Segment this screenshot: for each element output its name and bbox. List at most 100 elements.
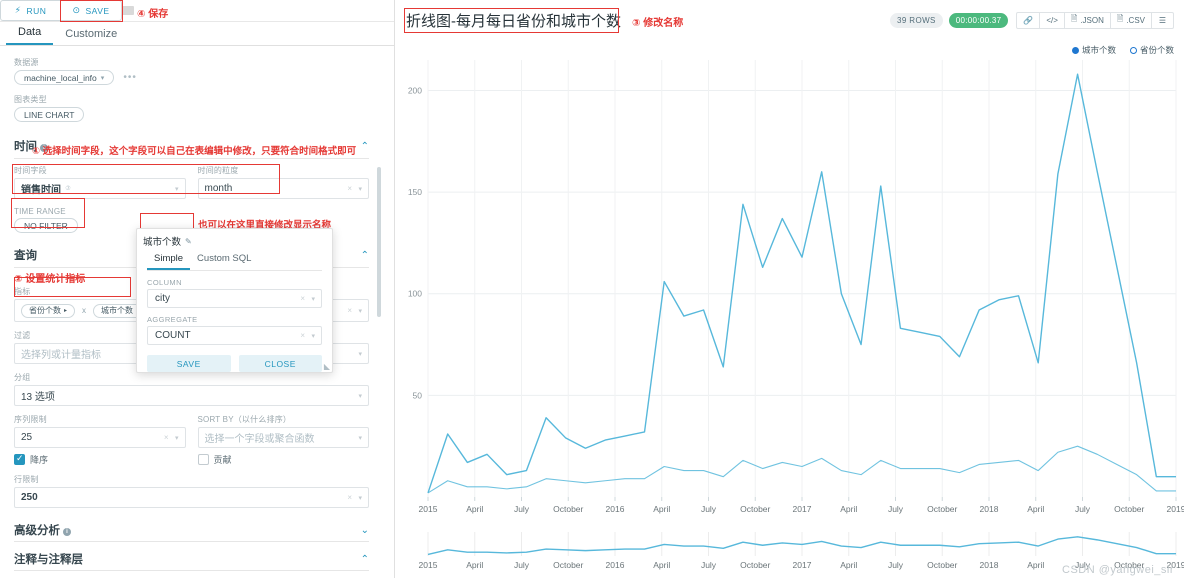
chevron-down-icon: ▾	[100, 74, 105, 82]
svg-text:October: October	[740, 504, 770, 514]
clear-icon[interactable]: ×	[347, 184, 352, 193]
annotation-layers-section: 注释与注释层 ⌃ ✛ 添加注释层	[0, 546, 383, 578]
chevron-down-icon: ▾	[174, 185, 179, 193]
desc-checkbox[interactable]	[14, 453, 25, 465]
charttype-value: LINE CHART	[24, 109, 75, 120]
page-title[interactable]: 折线图-每月每日省份和城市个数	[403, 9, 624, 32]
series-limit-field[interactable]: 25 × ▾	[14, 427, 186, 448]
clear-icon[interactable]: ×	[347, 493, 352, 502]
aggregate-value: COUNT	[155, 330, 191, 341]
advanced-collapse-toggle[interactable]: ⌄	[361, 525, 369, 536]
superset-explore-app: ⚡ RUN ⊙ SAVE ④ 保存 Data Customize 数据源 mac…	[0, 0, 1184, 578]
chevron-down-icon: ▾	[358, 185, 362, 193]
link-icon[interactable]: 🔗	[1016, 11, 1041, 29]
rowlimit-label: 行限制	[14, 475, 39, 484]
metric-editor-popup: 城市个数 ✎ Simple Custom SQL COLUMN city × ▾…	[136, 228, 333, 373]
metric-chip-label: 城市个数	[101, 306, 134, 315]
tab-custom-sql[interactable]: Custom SQL	[190, 251, 258, 270]
series-limit-group: 序列限制 25 × ▾	[14, 414, 186, 448]
save-button-label: SAVE	[85, 5, 110, 16]
query-section-title: 查询	[14, 250, 37, 262]
popup-save-button[interactable]: SAVE	[147, 355, 231, 372]
main-plot: 50 100 150 200 2015 April July October 2016 April…	[395, 55, 1184, 525]
svg-text:April: April	[653, 504, 670, 514]
rowlimit-value: 250	[21, 492, 38, 503]
charttype-pill[interactable]: LINE CHART	[14, 107, 85, 122]
column-label: COLUMN	[147, 278, 182, 287]
action-toolbar: ⚡ RUN ⊙ SAVE ④ 保存	[0, 0, 394, 22]
time-column-field[interactable]: 销售时间 ⑦ ▾	[14, 178, 186, 199]
run-button-label: RUN	[26, 5, 47, 16]
disk-icon: ⊙	[72, 5, 81, 15]
popup-close-button[interactable]: CLOSE	[238, 355, 322, 372]
resize-handle-icon[interactable]: ◣	[324, 362, 330, 371]
rowlimit-group: 行限制 250 × ▾	[14, 474, 369, 508]
json-download[interactable]: 🗎 .JSON	[1064, 11, 1111, 29]
svg-text:October: October	[927, 504, 957, 514]
datasource-label: 数据源	[14, 58, 39, 67]
time-collapse-toggle[interactable]: ⌃	[361, 141, 369, 152]
chart-actions-toolbar: 🔗 </> 🗎 .JSON 🗎 .CSV ☰	[1016, 11, 1174, 29]
svg-text:October: October	[927, 560, 957, 570]
csv-download[interactable]: 🗎 .CSV	[1110, 11, 1152, 29]
svg-text:April: April	[840, 504, 857, 514]
watermark: CSDN @yangwei_sir	[1062, 564, 1174, 576]
svg-text:2019: 2019	[1167, 504, 1184, 514]
svg-text:July: July	[514, 504, 530, 514]
table-view-icon[interactable]: ☰	[1152, 11, 1174, 29]
code-icon[interactable]: </>	[1040, 11, 1065, 29]
svg-text:2018: 2018	[980, 504, 999, 514]
time-grain-value: month	[204, 183, 233, 194]
aggregate-select[interactable]: COUNT × ▾	[147, 326, 322, 345]
ellipsis-icon[interactable]: •••	[123, 72, 137, 83]
clear-icon[interactable]: ×	[164, 433, 169, 442]
tab-simple[interactable]: Simple	[147, 251, 191, 270]
run-button[interactable]: ⚡ RUN	[0, 0, 60, 21]
legend-marker-filled-icon	[1071, 46, 1079, 54]
control-panel: ⚡ RUN ⊙ SAVE ④ 保存 Data Customize 数据源 mac…	[0, 0, 395, 578]
metric-popup-title[interactable]: 城市个数 ✎	[143, 234, 192, 249]
clear-icon[interactable]: ×	[300, 331, 305, 340]
rowlimit-field[interactable]: 250 × ▾	[14, 487, 369, 508]
query-collapse-toggle[interactable]: ⌃	[361, 250, 369, 261]
contrib-checkbox[interactable]	[197, 454, 209, 465]
sortby-placeholder: 选择一个字段或聚合函数	[204, 434, 315, 445]
svg-text:October: October	[553, 504, 583, 514]
svg-text:150: 150	[408, 187, 422, 197]
sortby-field[interactable]: 选择一个字段或聚合函数 ▾	[197, 427, 369, 448]
svg-text:July: July	[1075, 504, 1091, 514]
groupby-field[interactable]: 13 选项 ▾	[14, 385, 369, 406]
advanced-section: 高级分析 i ⌄	[0, 508, 383, 542]
main-plot-svg[interactable]: 50 100 150 200 2015 April July October 2016 April…	[395, 55, 1184, 525]
panel-scrollbar[interactable]	[377, 167, 381, 317]
clear-icon[interactable]: ×	[347, 306, 352, 315]
pencil-icon[interactable]: ✎	[185, 237, 192, 246]
svg-text:October: October	[553, 560, 583, 570]
svg-text:2016: 2016	[606, 560, 625, 570]
save-button[interactable]: ⊙ SAVE	[60, 0, 122, 21]
svg-text:2016: 2016	[606, 504, 625, 514]
datasource-section: 数据源 machine_local_info ▾ •••	[0, 49, 383, 85]
metric-popup-title-text: 城市个数	[143, 237, 182, 248]
svg-text:April: April	[466, 560, 483, 570]
query-time-badge: 00:00:00.37	[948, 12, 1009, 28]
groupby-group: 分组 13 选项 ▾	[14, 372, 369, 406]
sortby-group: SORT BY（以什么排序） 选择一个字段或聚合函数 ▾	[197, 414, 369, 448]
time-column-label: 时间字段	[14, 166, 47, 175]
svg-text:200: 200	[408, 85, 422, 95]
lightning-icon: ⚡	[14, 5, 22, 15]
column-select[interactable]: city × ▾	[147, 289, 322, 308]
tab-data[interactable]: Data	[6, 23, 54, 45]
datasource-pill[interactable]: machine_local_info ▾	[14, 70, 115, 85]
svg-text:50: 50	[413, 390, 423, 400]
tab-customize[interactable]: Customize	[53, 25, 129, 45]
annotation-layers-collapse-toggle[interactable]: ⌃	[361, 554, 369, 565]
clear-icon[interactable]: ×	[300, 294, 305, 303]
time-grain-field[interactable]: month × ▾	[197, 178, 369, 199]
annotation-4: ④ 保存	[137, 9, 169, 20]
svg-text:April: April	[1027, 504, 1044, 514]
file-icon: 🗎	[1116, 14, 1124, 23]
desc-checkbox-group: 降序	[14, 453, 186, 466]
metric-chip-0[interactable]: 省份个数 ▸	[21, 303, 76, 318]
time-range-pill[interactable]: NO FILTER	[14, 218, 78, 233]
